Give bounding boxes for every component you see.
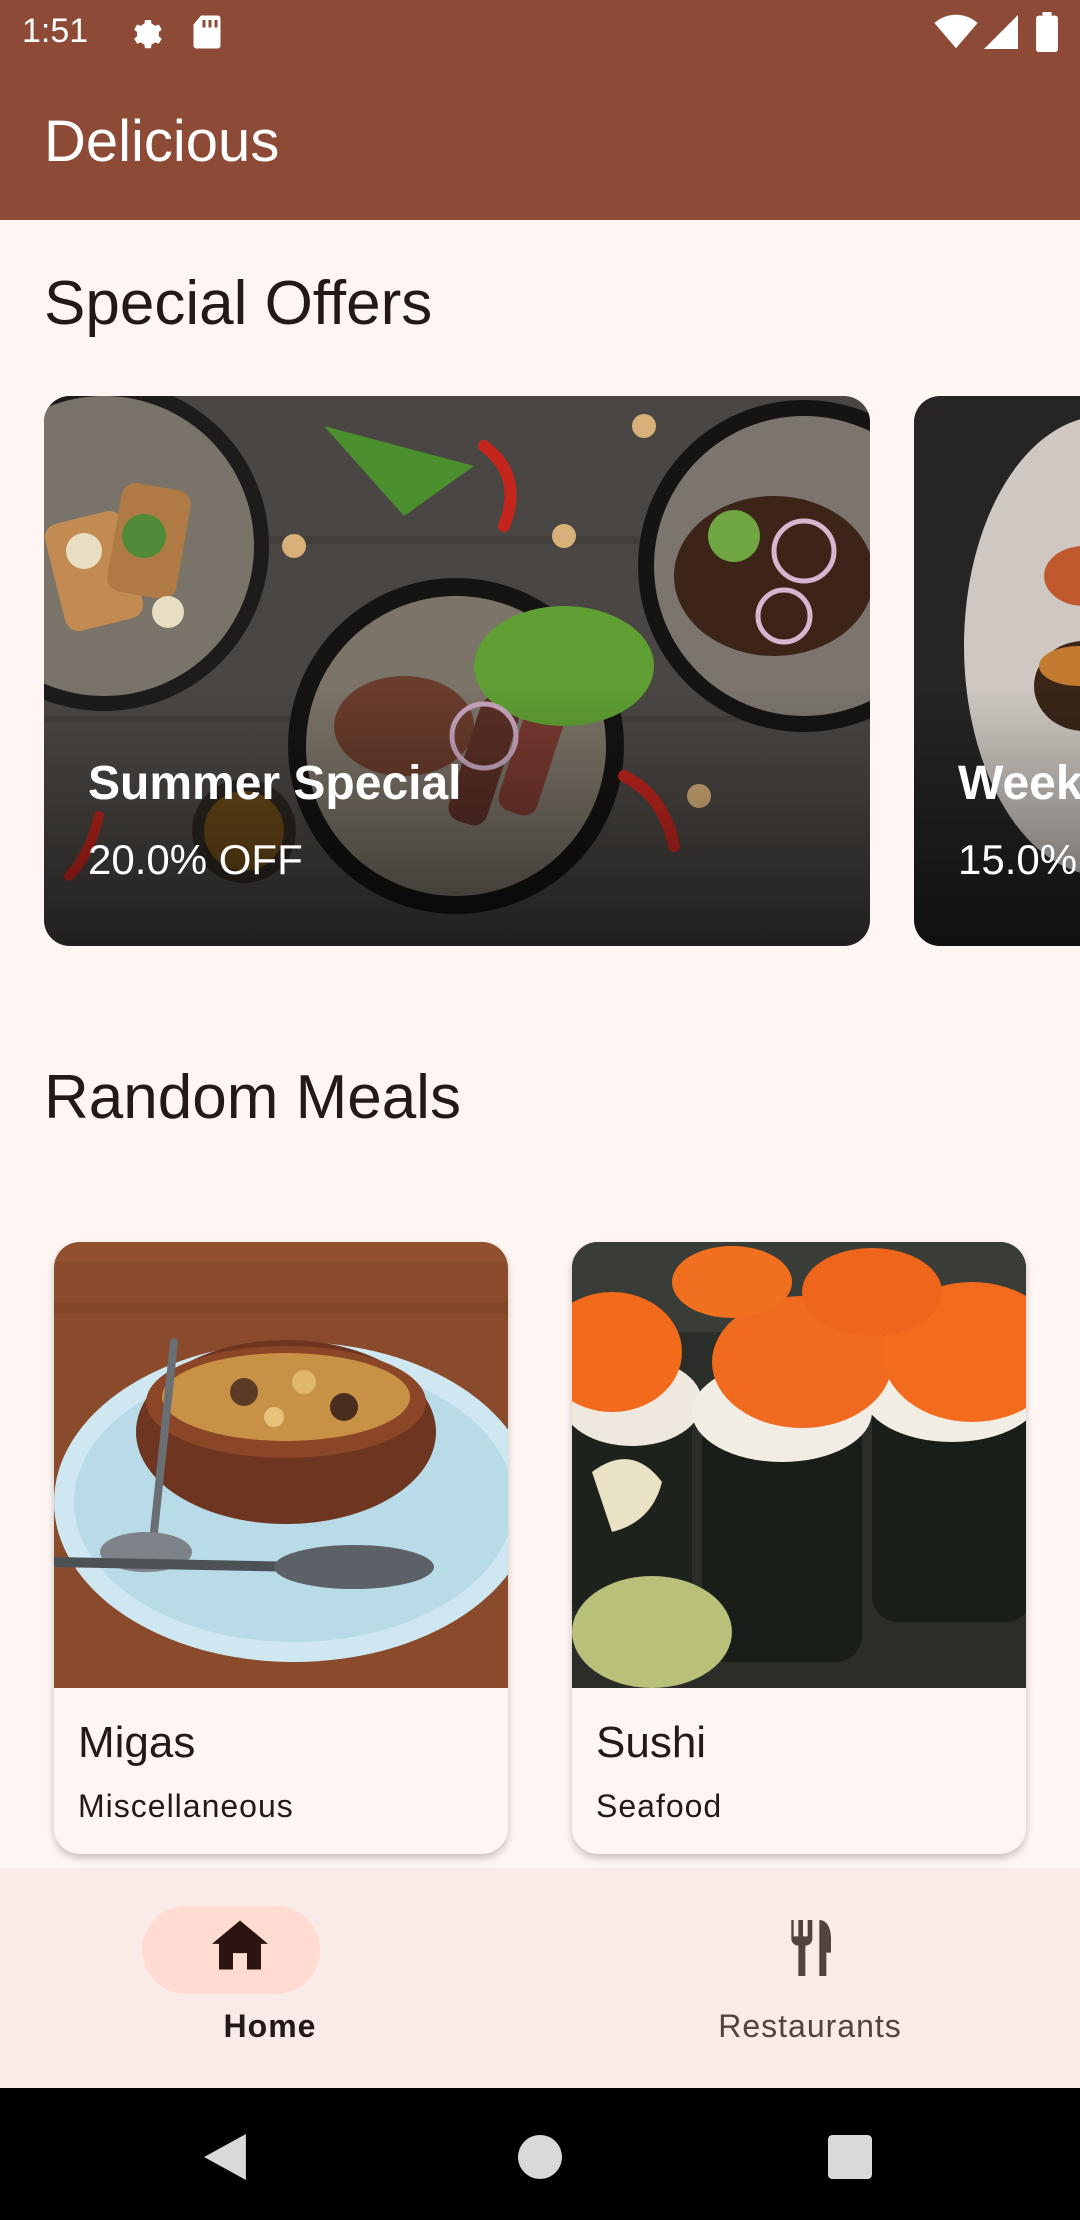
meal-name: Sushi (596, 1718, 707, 1767)
home-circle-icon[interactable] (518, 2135, 562, 2184)
meal-image (572, 1242, 1026, 1688)
meal-card-sushi[interactable]: Sushi Seafood (572, 1242, 1026, 1854)
app-title: Delicious (44, 109, 280, 174)
meal-image (54, 1242, 508, 1688)
offer-title: Week (958, 757, 1080, 810)
offer-card-week[interactable]: Week 15.0% (914, 396, 1080, 946)
offer-shade (914, 686, 1080, 946)
bottom-nav: Home Restaurants (0, 1868, 1080, 2088)
offer-shade (44, 686, 870, 946)
wifi-icon (934, 14, 978, 55)
meal-category: Seafood (596, 1788, 723, 1824)
nav-label-home: Home (223, 2008, 317, 2044)
offer-card-summer-special[interactable]: Summer Special 20.0% OFF (44, 396, 870, 946)
sd-card-icon (192, 14, 222, 55)
offer-title: Summer Special (88, 757, 462, 810)
nav-item-restaurants[interactable]: Restaurants (540, 1868, 1080, 2088)
special-offers-title: Special Offers (44, 269, 433, 338)
battery-icon (1036, 12, 1058, 57)
nav-label-restaurants: Restaurants (718, 2008, 902, 2044)
back-icon[interactable] (204, 2134, 246, 2185)
gear-icon (128, 14, 164, 55)
offer-discount: 20.0% OFF (88, 836, 303, 883)
meal-card-migas[interactable]: Migas Miscellaneous (54, 1242, 508, 1854)
app-bar: Delicious (0, 64, 1080, 220)
system-nav-bar (0, 2088, 1080, 2220)
meal-name: Migas (78, 1718, 196, 1767)
meal-category: Miscellaneous (78, 1788, 294, 1824)
random-meals-title: Random Meals (44, 1063, 461, 1132)
nav-item-home[interactable]: Home (0, 1868, 540, 2088)
home-icon (212, 1920, 268, 1975)
signal-icon (984, 14, 1018, 55)
status-time: 1:51 (22, 12, 89, 50)
recents-icon[interactable] (828, 2135, 872, 2184)
offer-discount: 15.0% (958, 836, 1078, 883)
status-bar: 1:51 (0, 0, 1080, 64)
fork-knife-icon (782, 1920, 838, 1981)
